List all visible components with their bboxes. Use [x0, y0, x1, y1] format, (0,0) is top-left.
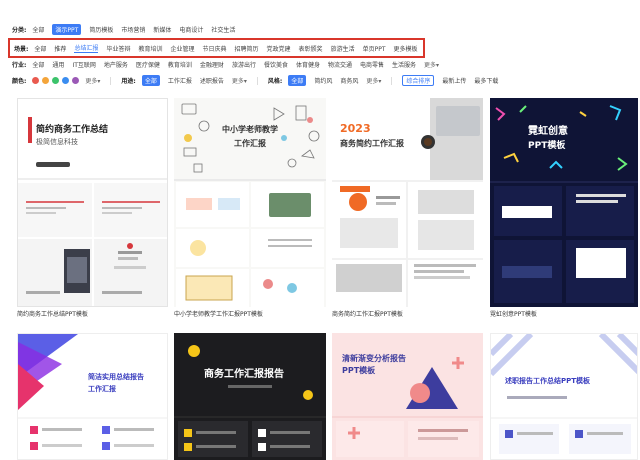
- template-title-2: 中小学老师教学: [222, 125, 278, 134]
- scene-item-award[interactable]: 表彰颁奖: [299, 44, 323, 53]
- industry-item-education[interactable]: 教育培训: [168, 60, 192, 69]
- sort-most-downloaded[interactable]: 最多下载: [474, 76, 498, 85]
- industry-more[interactable]: 更多▾: [424, 60, 439, 69]
- scene-item-party[interactable]: 党政党建: [267, 44, 291, 53]
- category-item-marketing[interactable]: 市场营销: [121, 25, 145, 34]
- color-label: 颜色:: [12, 78, 27, 85]
- category-item-social[interactable]: 社交生活: [211, 25, 235, 34]
- template-caption-3[interactable]: 商务简约工作汇报PPT模板: [332, 309, 403, 318]
- industry-item-general[interactable]: 通用: [52, 60, 64, 69]
- style-item-all[interactable]: 全部: [288, 75, 307, 86]
- industry-item-it[interactable]: IT互联网: [72, 60, 95, 69]
- category-item-ppt[interactable]: 演示PPT: [52, 24, 82, 35]
- template-card-3[interactable]: 2023 商务简约工作汇报: [332, 98, 483, 307]
- color-swatch-green[interactable]: [52, 77, 60, 84]
- template-title-1: 简约商务工作总结: [36, 125, 109, 135]
- template-card-8[interactable]: 述职报告工作总结PPT模板: [490, 333, 638, 460]
- category-row: 分类: 全部 演示PPT 简历模板 市场营销 新媒体 电商设计 社交生活: [12, 24, 640, 35]
- divider: [110, 76, 112, 85]
- scene-item-management[interactable]: 企业管理: [170, 44, 194, 53]
- template-subtitle-2: 工作汇报: [234, 139, 266, 148]
- category-label: 分类:: [12, 27, 27, 34]
- scene-item-graduation[interactable]: 毕业答辩: [106, 44, 130, 53]
- template-title-7: 清新渐变分析报告: [342, 354, 406, 363]
- industry-item-logistics[interactable]: 物流交通: [328, 60, 352, 69]
- scene-item-all[interactable]: 全部: [34, 44, 46, 53]
- template-thumbnail-6: [174, 345, 326, 457]
- usage-item-all[interactable]: 全部: [141, 75, 160, 86]
- template-subtitle-7: PPT模板: [342, 366, 376, 375]
- usage-item-report[interactable]: 工作汇报: [168, 76, 192, 85]
- style-item-simple[interactable]: 简约风: [314, 76, 332, 85]
- divider: [391, 76, 393, 85]
- scene-row: 场景: 全部 推荐 总结汇报 毕业答辩 教育培训 企业管理 节日庆典 招聘简历 …: [14, 43, 640, 53]
- template-card-5[interactable]: 简洁实用总结报告 工作汇报: [17, 333, 168, 460]
- divider: [256, 76, 258, 85]
- usage-label: 用途:: [121, 78, 136, 85]
- template-title-8: 述职报告工作总结PPT模板: [505, 377, 591, 385]
- scene-item-festival[interactable]: 节日庆典: [203, 44, 227, 53]
- template-subtitle-5: 工作汇报: [88, 385, 116, 393]
- color-usage-style-row: 颜色: 更多▾ 用途: 全部 工作汇报 述职报告 更多▾ 风格: 全部 简约风 …: [12, 75, 640, 86]
- template-title-6: 商务工作汇报报告: [204, 369, 284, 380]
- industry-item-finance[interactable]: 金融理财: [200, 60, 224, 69]
- color-swatch-purple[interactable]: [72, 77, 80, 84]
- scene-item-more[interactable]: 更多模板: [393, 44, 417, 53]
- color-more[interactable]: 更多▾: [85, 76, 100, 85]
- scene-item-recruit[interactable]: 招聘简历: [235, 44, 259, 53]
- template-thumbnail-5: [18, 334, 167, 450]
- template-caption-2[interactable]: 中小学老师教学工作汇报PPT模板: [174, 309, 263, 318]
- template-caption-1[interactable]: 简约商务工作总结PPT模板: [17, 309, 88, 318]
- template-card-7[interactable]: 清新渐变分析报告 PPT模板: [332, 333, 483, 460]
- industry-item-sports[interactable]: 体育健身: [296, 60, 320, 69]
- color-swatch-blue[interactable]: [62, 77, 70, 84]
- industry-label: 行业:: [12, 62, 27, 69]
- template-subtitle-1: 极简信息科技: [36, 138, 78, 146]
- industry-item-realestate[interactable]: 地产服务: [104, 60, 128, 69]
- category-item-ecommerce[interactable]: 电商设计: [179, 25, 203, 34]
- template-title-4: 霓虹创意: [528, 126, 568, 137]
- template-card-6[interactable]: 商务工作汇报报告: [174, 333, 326, 460]
- category-item-resume[interactable]: 简历模板: [89, 25, 113, 34]
- color-swatch-red[interactable]: [32, 77, 40, 84]
- scene-label: 场景:: [14, 45, 29, 53]
- category-item-newmedia[interactable]: 新媒体: [153, 25, 171, 34]
- style-more[interactable]: 更多▾: [366, 76, 381, 85]
- template-year-3: 2023: [340, 122, 371, 135]
- style-item-business[interactable]: 商务风: [340, 76, 358, 85]
- template-title-5: 简洁实用总结报告: [88, 373, 144, 381]
- template-subtitle-4: PPT模板: [528, 141, 566, 151]
- industry-item-all[interactable]: 全部: [32, 60, 44, 69]
- style-label: 风格:: [267, 78, 283, 85]
- scene-item-summary[interactable]: 总结汇报: [74, 43, 99, 53]
- category-item-all[interactable]: 全部: [32, 25, 44, 34]
- industry-item-life[interactable]: 生活服务: [392, 60, 416, 69]
- scene-item-education[interactable]: 教育培训: [138, 44, 162, 53]
- template-thumbnail-8: [491, 334, 637, 454]
- industry-item-retail[interactable]: 电商零售: [360, 60, 384, 69]
- template-caption-4[interactable]: 霓虹创意PPT模板: [490, 309, 537, 318]
- template-card-4[interactable]: 霓虹创意 PPT模板: [490, 98, 638, 307]
- scene-item-travel[interactable]: 旅游生活: [331, 44, 355, 53]
- template-title-3: 商务简约工作汇报: [340, 139, 404, 148]
- template-card-1[interactable]: 简约商务工作总结 极简信息科技: [17, 98, 168, 307]
- industry-item-travel[interactable]: 旅游出行: [232, 60, 256, 69]
- usage-item-debrief[interactable]: 述职报告: [200, 76, 224, 85]
- sort-newest[interactable]: 最新上传: [442, 76, 466, 85]
- usage-more[interactable]: 更多▾: [232, 76, 247, 85]
- scene-item-recommend[interactable]: 推荐: [54, 44, 66, 53]
- color-swatch-orange[interactable]: [42, 77, 50, 84]
- sort-comprehensive[interactable]: 综合排序: [402, 75, 435, 86]
- industry-item-medical[interactable]: 医疗保健: [136, 60, 160, 69]
- template-card-2[interactable]: 中小学老师教学 工作汇报: [174, 98, 326, 307]
- industry-item-food[interactable]: 餐饮美食: [264, 60, 288, 69]
- scene-item-single[interactable]: 单页PPT: [363, 44, 386, 53]
- industry-row: 行业: 全部 通用 IT互联网 地产服务 医疗保健 教育培训 金融理财 旅游出行…: [12, 60, 640, 69]
